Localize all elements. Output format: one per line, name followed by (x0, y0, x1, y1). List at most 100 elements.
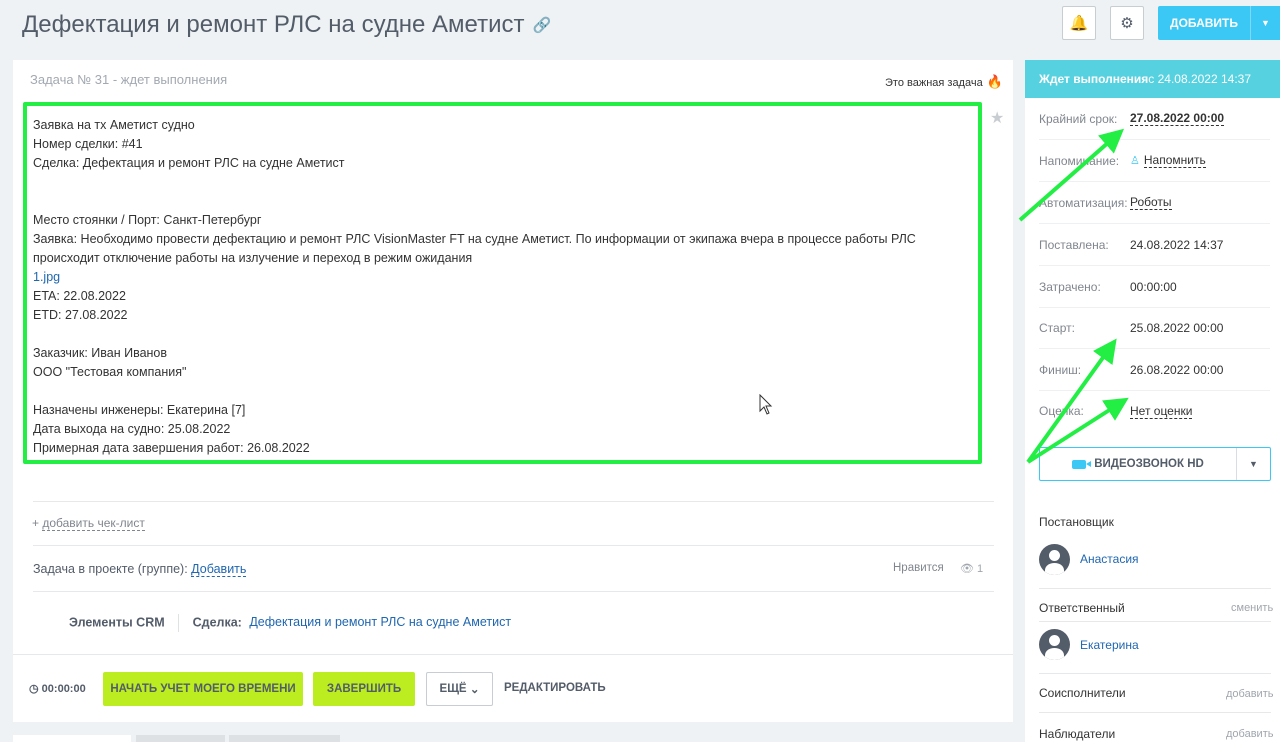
description-line: ETA: 22.08.2022 (33, 289, 126, 303)
rating-row: Оценка: Нет оценки (1039, 390, 1270, 432)
description-line: Заявка: Необходимо провести дефектацию и… (33, 232, 916, 265)
tab[interactable] (136, 735, 225, 742)
start-value: 25.08.2022 00:00 (1130, 320, 1224, 335)
timer-value: 00:00:00 (41, 683, 86, 695)
reminder-link[interactable]: Напомнить (1143, 153, 1206, 168)
deadline-row: Крайний срок: 27.08.2022 00:00 (1039, 98, 1270, 140)
chevron-down-icon[interactable]: ▼ (1250, 6, 1280, 40)
add-observer-link[interactable]: добавить (1226, 728, 1273, 740)
chevron-down-icon: ⌄ (469, 684, 480, 696)
start-row: Старт: 25.08.2022 00:00 (1039, 307, 1270, 349)
start-label: Старт: (1039, 320, 1075, 335)
coexecutors-label: Соисполнители (1039, 686, 1126, 700)
created-value: 24.08.2022 14:37 (1130, 237, 1224, 252)
description-line: Заказчик: Иван Иванов (33, 346, 168, 360)
description-line: Примерная дата завершения работ: 26.08.2… (33, 441, 310, 455)
important-task-toggle[interactable]: Это важная задача 🔥 (885, 74, 1003, 90)
automation-row: Автоматизация: Роботы (1039, 182, 1270, 224)
bell-icon: ♙ (1130, 155, 1140, 167)
status-text: Ждет выполнения (1039, 72, 1149, 86)
more-label: ЕЩЁ (439, 683, 467, 695)
robots-link[interactable]: Роботы (1130, 195, 1172, 210)
deadline-label: Крайний срок: (1039, 111, 1118, 126)
add-checklist-link[interactable]: + добавить чек-лист (32, 516, 145, 531)
description-line: Номер сделки: #41 (33, 137, 143, 151)
change-responsible-link[interactable]: сменить (1231, 602, 1273, 614)
creator-label: Постановщик (1039, 515, 1114, 529)
views-count: 1 (977, 563, 984, 575)
description-line: ETD: 27.08.2022 (33, 308, 128, 322)
divider (1039, 712, 1271, 713)
camera-icon (1072, 459, 1092, 469)
gear-icon: ⚙ (1120, 15, 1134, 32)
fire-icon: 🔥 (986, 74, 1003, 89)
views-counter: 👁 1 (960, 562, 983, 575)
time-spent-label: Затрачено: (1039, 279, 1101, 294)
attachment-link[interactable]: 1.jpg (33, 270, 60, 284)
reminder-row: Напоминание: ♙ Напомнить (1039, 140, 1270, 182)
project-row: Задача в проекте (группе): Добавить (33, 562, 247, 577)
rating-label: Оценка: (1039, 404, 1084, 418)
task-description: Заявка на тх Аметист судно Номер сделки:… (33, 116, 978, 458)
description-line: ООО "Тестовая компания" (33, 365, 187, 379)
finish-button[interactable]: ЗАВЕРШИТЬ (313, 672, 415, 706)
divider (1039, 588, 1271, 589)
creator-name[interactable]: Анастасия (1080, 552, 1139, 566)
rating-link[interactable]: Нет оценки (1130, 404, 1193, 419)
divider (33, 591, 994, 592)
eye-icon: 👁 (960, 563, 974, 575)
page-title-text: Дефектация и ремонт РЛС на судне Аметист (22, 11, 525, 38)
page-title: Дефектация и ремонт РЛС на судне Аметист… (22, 10, 551, 41)
link-icon[interactable]: 🔗 (533, 11, 552, 41)
created-row: Поставлена: 24.08.2022 14:37 (1039, 224, 1270, 266)
add-coexecutor-link[interactable]: добавить (1226, 688, 1273, 700)
tab[interactable] (229, 735, 340, 742)
edit-button[interactable]: РЕДАКТИРОВАТЬ (504, 682, 606, 694)
star-icon[interactable]: ★ (990, 108, 1004, 128)
mouse-cursor-icon (759, 394, 773, 415)
divider (13, 654, 1013, 655)
add-button[interactable]: ДОБАВИТЬ ▼ (1158, 6, 1280, 40)
project-add-link[interactable]: Добавить (191, 562, 247, 577)
avatar[interactable] (1039, 544, 1070, 575)
description-line: Заявка на тх Аметист судно (33, 118, 195, 132)
reminder-label: Напоминание: (1039, 153, 1120, 168)
status-since: с 24.08.2022 14:37 (1148, 72, 1252, 86)
crm-elements: Элементы CRM Сделка: Дефектация и ремонт… (69, 614, 511, 632)
bell-icon: 🔔 (1069, 15, 1089, 32)
tab[interactable] (13, 735, 131, 742)
start-timer-button[interactable]: НАЧАТЬ УЧЕТ МОЕГО ВРЕМЕНИ (103, 672, 303, 706)
divider (178, 614, 180, 632)
settings-button[interactable]: ⚙ (1110, 6, 1144, 40)
video-call-button[interactable]: ВИДЕОЗВОНОК HD ▼ (1039, 447, 1271, 481)
chevron-down-icon[interactable]: ▼ (1236, 448, 1270, 480)
notifications-button[interactable]: 🔔 (1062, 6, 1096, 40)
add-button-label: ДОБАВИТЬ (1170, 16, 1238, 30)
created-label: Поставлена: (1039, 237, 1109, 252)
task-status: Задача № 31 - ждет выполнения (30, 72, 228, 87)
divider (33, 501, 994, 502)
video-call-label: ВИДЕОЗВОНОК HD (1094, 458, 1204, 470)
status-header: Ждет выполнения с 24.08.2022 14:37 (1025, 60, 1280, 98)
divider (1039, 621, 1271, 622)
more-button[interactable]: ЕЩЁ ⌄ (426, 672, 493, 706)
observers-label: Наблюдатели (1039, 727, 1116, 741)
timer: ◷ 00:00:00 (29, 682, 86, 695)
description-line: Назначены инженеры: Екатерина [7] (33, 403, 246, 417)
finish-label: Финиш: (1039, 362, 1082, 377)
description-line: Сделка: Дефектация и ремонт РЛС на судне… (33, 156, 345, 170)
automation-label: Автоматизация: (1039, 195, 1128, 210)
crm-deal-link[interactable]: Дефектация и ремонт РЛС на судне Аметист (249, 615, 511, 629)
description-line: Место стоянки / Порт: Санкт-Петербург (33, 213, 262, 227)
avatar[interactable] (1039, 629, 1070, 660)
time-spent-value: 00:00:00 (1130, 279, 1177, 294)
deadline-value[interactable]: 27.08.2022 00:00 (1130, 111, 1225, 126)
description-line: Дата выхода на судно: 25.08.2022 (33, 422, 231, 436)
crm-heading: Элементы CRM (69, 615, 165, 630)
responsible-label: Ответственный (1039, 601, 1125, 615)
add-checklist-label: добавить чек-лист (42, 516, 145, 531)
like-button[interactable]: Нравится (893, 562, 944, 574)
responsible-name[interactable]: Екатерина (1080, 638, 1139, 652)
clock-icon: ◷ (29, 683, 39, 695)
time-spent-row: Затрачено: 00:00:00 (1039, 266, 1270, 308)
